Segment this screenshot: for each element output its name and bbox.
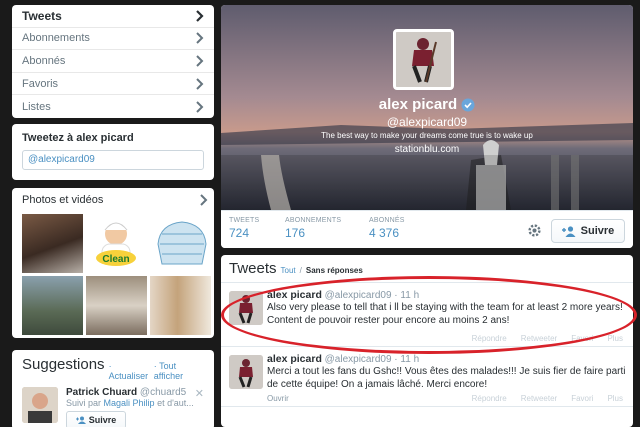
followed-by-link[interactable]: Magali Philip bbox=[104, 398, 155, 408]
nav-item-abonnes[interactable]: Abonnés bbox=[12, 50, 214, 73]
tweet-text: Also very please to tell that i ll be st… bbox=[267, 302, 623, 326]
photo-thumb[interactable] bbox=[150, 276, 211, 335]
suggestions-module: Suggestions · Actualiser · Tout afficher… bbox=[12, 350, 214, 427]
photos-header[interactable]: Photos et vidéos bbox=[12, 188, 214, 212]
nav-item-listes[interactable]: Listes bbox=[12, 95, 214, 118]
tweet-handle: @alexpicard09 bbox=[324, 290, 392, 301]
open-tweet-link[interactable]: Ouvrir bbox=[267, 394, 289, 403]
suggestion-followed-by: Suivi par Magali Philip et d'aut... bbox=[66, 398, 194, 408]
tweet-text: Merci a tout les fans du Gshc!! Vous ête… bbox=[267, 366, 626, 390]
profile-handle: @alexpicard09 bbox=[386, 115, 468, 129]
follow-suggestion-button[interactable]: Suivre bbox=[66, 411, 126, 427]
reply-button[interactable]: Répondre bbox=[472, 334, 507, 343]
nav-item-favoris[interactable]: Favoris bbox=[12, 73, 214, 96]
profile-stats: Tweets 724 Abonnements 176 Abonnés 4 376… bbox=[221, 210, 633, 248]
chevron-right-icon bbox=[196, 77, 204, 90]
tweet-time[interactable]: · 11 h bbox=[394, 290, 419, 301]
tweet-handle: @alexpicard09 bbox=[324, 354, 392, 365]
filter-no-replies[interactable]: Sans réponses bbox=[306, 266, 363, 275]
suggestion-handle: @chuard5 bbox=[139, 387, 187, 398]
more-button[interactable]: Plus bbox=[607, 394, 623, 403]
suggestion-display-name: Patrick Chuard bbox=[66, 387, 138, 398]
tweets-timeline: Tweets Tout / Sans réponses alex picard … bbox=[221, 255, 633, 427]
tweet-header: alex picard @alexpicard09 · 11 h bbox=[267, 353, 627, 365]
photo-thumb[interactable]: Clean bbox=[86, 214, 147, 273]
photo-thumb[interactable] bbox=[86, 276, 147, 335]
chevron-right-icon bbox=[196, 32, 204, 45]
nav-item-label: Abonnés bbox=[22, 54, 66, 67]
photo-thumb[interactable] bbox=[22, 214, 83, 273]
profile-link[interactable]: stationblu.com bbox=[221, 144, 633, 155]
stat-abonnes[interactable]: Abonnés 4 376 bbox=[369, 217, 405, 240]
photos-module: Photos et vidéos Clean bbox=[12, 188, 214, 338]
tweets-title: Tweets bbox=[229, 260, 277, 277]
suggestions-title: Suggestions bbox=[22, 356, 105, 373]
tweet-item[interactable]: alex picard @alexpicard09 · 11 h Merci a… bbox=[221, 347, 633, 407]
suggestion-item: Patrick Chuard @chuard5 Suivi par Magali… bbox=[22, 387, 204, 427]
retweet-button[interactable]: Retweeter bbox=[521, 334, 557, 343]
chevron-right-icon bbox=[196, 55, 204, 67]
stat-abonnements[interactable]: Abonnements 176 bbox=[285, 217, 341, 240]
profile-nav: Tweets Abonnements Abonnés Favoris Liste… bbox=[12, 5, 214, 118]
chevron-right-icon bbox=[200, 194, 208, 206]
tweet-to-module: Tweetez à alex picard @alexpicard09 bbox=[12, 124, 214, 180]
reply-button[interactable]: Répondre bbox=[472, 394, 507, 403]
nav-item-label: Listes bbox=[22, 100, 51, 113]
add-user-icon bbox=[75, 416, 86, 424]
tweet-author[interactable]: alex picard bbox=[267, 353, 322, 365]
refresh-link[interactable]: · Actualiser bbox=[109, 361, 150, 381]
filter-all-link[interactable]: Tout bbox=[281, 266, 296, 275]
more-button[interactable]: Plus bbox=[607, 334, 623, 343]
favorite-button[interactable]: Favori bbox=[571, 394, 593, 403]
retweet-button[interactable]: Retweeter bbox=[521, 394, 557, 403]
profile-name: alex picard bbox=[221, 96, 633, 113]
avatar[interactable] bbox=[22, 387, 58, 423]
tweet-time[interactable]: · 11 h bbox=[394, 354, 419, 365]
photo-thumb[interactable] bbox=[150, 214, 211, 273]
photo-thumb[interactable] bbox=[22, 276, 83, 335]
show-all-link[interactable]: · Tout afficher bbox=[154, 361, 204, 381]
tweet-to-input[interactable]: @alexpicard09 bbox=[22, 150, 204, 170]
profile-avatar[interactable] bbox=[393, 29, 454, 90]
tweet-actions: Répondre Retweeter Favori Plus bbox=[472, 334, 623, 343]
profile-card: alex picard @alexpicard09 The best way t… bbox=[221, 5, 633, 248]
profile-bio: The best way to make your dreams come tr… bbox=[321, 131, 533, 140]
verified-icon bbox=[461, 98, 475, 111]
tweet-author[interactable]: alex picard bbox=[267, 289, 322, 301]
nav-item-tweets[interactable]: Tweets bbox=[12, 5, 214, 28]
photo-grid: Clean bbox=[12, 212, 214, 338]
photos-title: Photos et vidéos bbox=[22, 194, 104, 206]
tweet-header: alex picard @alexpicard09 · 11 h bbox=[267, 289, 627, 301]
dismiss-icon[interactable]: ✕ bbox=[195, 387, 204, 400]
nav-item-label: Tweets bbox=[22, 8, 62, 23]
nav-item-abonnements[interactable]: Abonnements bbox=[12, 28, 214, 51]
tweet-to-title: Tweetez à alex picard bbox=[22, 132, 134, 144]
add-user-icon bbox=[561, 225, 576, 237]
chevron-right-icon bbox=[196, 10, 204, 22]
avatar[interactable] bbox=[229, 355, 263, 389]
avatar[interactable] bbox=[229, 291, 263, 325]
svg-text:Clean: Clean bbox=[102, 254, 129, 265]
stat-tweets[interactable]: Tweets 724 bbox=[229, 217, 259, 240]
gear-icon[interactable] bbox=[527, 223, 542, 238]
favorite-button[interactable]: Favori bbox=[571, 334, 593, 343]
nav-item-label: Abonnements bbox=[22, 32, 90, 45]
tweet-actions: Répondre Retweeter Favori Plus bbox=[472, 394, 623, 403]
follow-button[interactable]: Suivre bbox=[551, 219, 625, 243]
nav-item-label: Favoris bbox=[22, 77, 59, 90]
suggestion-name[interactable]: Patrick Chuard @chuard5 bbox=[66, 387, 194, 398]
chevron-right-icon bbox=[196, 100, 204, 113]
tweet-item[interactable]: alex picard @alexpicard09 · 11 h Also ve… bbox=[221, 283, 633, 347]
